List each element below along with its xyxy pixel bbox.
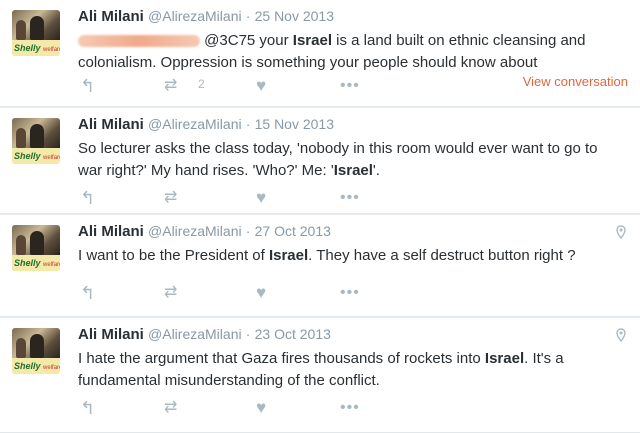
text-segment: '.	[372, 162, 380, 179]
avatar-brand-sub: welfare	[43, 155, 60, 161]
tweet-text: @3C75 your Israel is a land built on eth…	[78, 30, 618, 74]
tweet[interactable]: Shelly welfare Ali Milani @AlirezaMilani…	[0, 318, 640, 433]
separator: ·	[245, 326, 251, 342]
text-segment: . It's a	[524, 350, 564, 367]
redacted-mention	[78, 35, 200, 48]
tweet-actions: ↰ ⇄ ♥ •••	[78, 283, 378, 303]
tweet-date[interactable]: 25 Nov 2013	[255, 8, 334, 24]
author-name[interactable]: Ali Milani	[78, 8, 144, 25]
author-handle[interactable]: @AlirezaMilani	[148, 116, 242, 132]
separator: ·	[245, 8, 251, 24]
tweet-date[interactable]: 23 Oct 2013	[255, 326, 331, 342]
text-segment: . They have a self destruct button right…	[308, 247, 576, 264]
tweet-text: So lecturer asks the class today, 'nobod…	[78, 138, 618, 182]
reply-icon[interactable]: ↰	[80, 76, 95, 96]
highlight-word: Israel	[333, 162, 373, 179]
text-segment: colonialism. Oppression is something you…	[78, 54, 538, 71]
text-segment: So lecturer asks the class today, 'nobod…	[78, 140, 598, 157]
highlight-word: Israel	[484, 350, 525, 367]
heart-icon[interactable]: ♥	[256, 188, 266, 208]
author-name[interactable]: Ali Milani	[78, 326, 144, 343]
reply-icon[interactable]: ↰	[80, 283, 95, 303]
avatar-brand-sub: welfare	[43, 47, 60, 53]
author-name[interactable]: Ali Milani	[78, 116, 144, 133]
location-pin-icon[interactable]	[616, 328, 626, 342]
tweet[interactable]: Shelly welfare Ali Milani @AlirezaMilani…	[0, 0, 640, 107]
author-handle[interactable]: @AlirezaMilani	[148, 326, 242, 342]
avatar-brand-sub: welfare	[43, 365, 60, 371]
tweet-text: I hate the argument that Gaza fires thou…	[78, 348, 618, 392]
avatar-brand: Shelly	[14, 361, 41, 371]
retweet-icon[interactable]: ⇄	[164, 188, 177, 208]
reply-icon[interactable]: ↰	[80, 398, 95, 418]
author-name[interactable]: Ali Milani	[78, 223, 144, 240]
avatar[interactable]: Shelly welfare	[12, 225, 60, 271]
text-segment: war right?' My hand rises. 'Who?' Me: '	[78, 162, 334, 179]
text-segment: is a land built on ethnic cleansing and	[331, 32, 586, 49]
heart-icon[interactable]: ♥	[256, 76, 266, 96]
tweet-actions: ↰ ⇄ ♥ •••	[78, 188, 378, 208]
tweet-actions: ↰ ⇄ ♥ •••	[78, 398, 378, 418]
separator: ·	[245, 116, 251, 132]
location-pin-icon[interactable]	[616, 225, 626, 239]
more-icon[interactable]: •••	[340, 398, 360, 418]
tweet-header: Ali Milani @AlirezaMilani · 25 Nov 2013	[78, 8, 334, 25]
highlight-word: Israel	[268, 247, 309, 264]
text-segment: I hate the argument that Gaza fires thou…	[78, 350, 485, 367]
tweet-header: Ali Milani @AlirezaMilani · 27 Oct 2013	[78, 223, 331, 240]
tweet[interactable]: Shelly welfare Ali Milani @AlirezaMilani…	[0, 215, 640, 317]
avatar-brand: Shelly	[14, 43, 41, 53]
tweet-date[interactable]: 27 Oct 2013	[255, 223, 331, 239]
author-handle[interactable]: @AlirezaMilani	[148, 8, 242, 24]
avatar[interactable]: Shelly welfare	[12, 10, 60, 56]
avatar[interactable]: Shelly welfare	[12, 328, 60, 374]
tweet-date[interactable]: 15 Nov 2013	[255, 116, 334, 132]
tweet-feed: Shelly welfare Ali Milani @AlirezaMilani…	[0, 0, 640, 433]
retweet-count: 2	[198, 77, 205, 91]
avatar-brand: Shelly	[14, 151, 41, 161]
heart-icon[interactable]: ♥	[256, 398, 266, 418]
avatar-brand-sub: welfare	[43, 262, 60, 268]
retweet-icon[interactable]: ⇄	[164, 398, 177, 418]
more-icon[interactable]: •••	[340, 283, 360, 303]
retweet-icon[interactable]: ⇄	[164, 283, 177, 303]
more-icon[interactable]: •••	[340, 76, 360, 96]
author-handle[interactable]: @AlirezaMilani	[148, 223, 242, 239]
avatar[interactable]: Shelly welfare	[12, 118, 60, 164]
highlight-word: Israel	[292, 32, 332, 49]
reply-icon[interactable]: ↰	[80, 188, 95, 208]
retweet-icon[interactable]: ⇄	[164, 76, 177, 96]
tweet[interactable]: Shelly welfare Ali Milani @AlirezaMilani…	[0, 108, 640, 214]
tweet-header: Ali Milani @AlirezaMilani · 15 Nov 2013	[78, 116, 334, 133]
more-icon[interactable]: •••	[340, 188, 360, 208]
view-conversation-link[interactable]: View conversation	[523, 74, 628, 89]
heart-icon[interactable]: ♥	[256, 283, 266, 303]
mention[interactable]: @3C75 your	[204, 32, 293, 49]
tweet-text: I want to be the President of Israel. Th…	[78, 245, 618, 267]
tweet-header: Ali Milani @AlirezaMilani · 23 Oct 2013	[78, 326, 331, 343]
tweet-actions: ↰ ⇄ 2 ♥ •••	[78, 76, 378, 96]
text-segment: I want to be the President of	[78, 247, 269, 264]
avatar-brand: Shelly	[14, 258, 41, 268]
separator: ·	[245, 223, 251, 239]
text-segment: fundamental misunderstanding of the conf…	[78, 372, 380, 389]
